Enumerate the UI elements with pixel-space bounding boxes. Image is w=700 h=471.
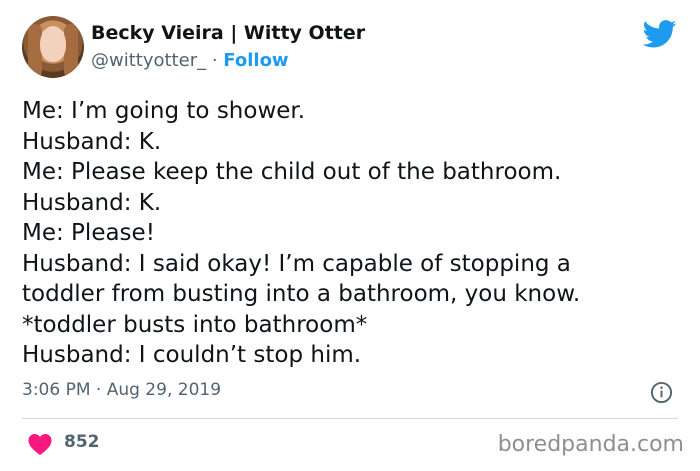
tweet-timestamp[interactable]: 3:06 PM · Aug 29, 2019 [22, 380, 221, 400]
tweet-line: Me: Please! [22, 220, 155, 246]
watermark: boredpanda.com [497, 432, 684, 457]
tweet-line: Me: Please keep the child out of the bat… [22, 159, 562, 185]
follow-button[interactable]: Follow [223, 50, 288, 71]
avatar[interactable] [22, 16, 84, 78]
avatar-hair [64, 24, 78, 78]
divider [22, 418, 678, 419]
separator: · [211, 50, 218, 71]
tweet-line: Me: I’m going to shower. [22, 98, 306, 124]
author-handle[interactable]: @wittyotter_ [91, 50, 206, 71]
tweet-line: Husband: K. [22, 189, 162, 216]
author-handle-row: @wittyotter_ · Follow [91, 50, 289, 71]
tweet-line: Husband: I couldn’t stop him. [22, 342, 362, 368]
avatar-face [40, 26, 66, 62]
tweet-line: Husband: K. [22, 128, 162, 155]
tweet-line: *toddler busts into bathroom* [22, 311, 368, 338]
heart-icon[interactable] [27, 433, 53, 455]
tweet-line: Husband: I said okay! I’m capable of sto… [22, 250, 571, 277]
twitter-bird-icon[interactable] [643, 20, 677, 48]
tweet-line: toddler from busting into a bathroom, yo… [22, 281, 581, 307]
author-name[interactable]: Becky Vieira | Witty Otter [91, 22, 365, 44]
info-icon[interactable] [650, 381, 673, 404]
tweet-text: Me: I’m going to shower. Husband: K. Me:… [22, 96, 682, 371]
like-count[interactable]: 852 [64, 432, 100, 452]
